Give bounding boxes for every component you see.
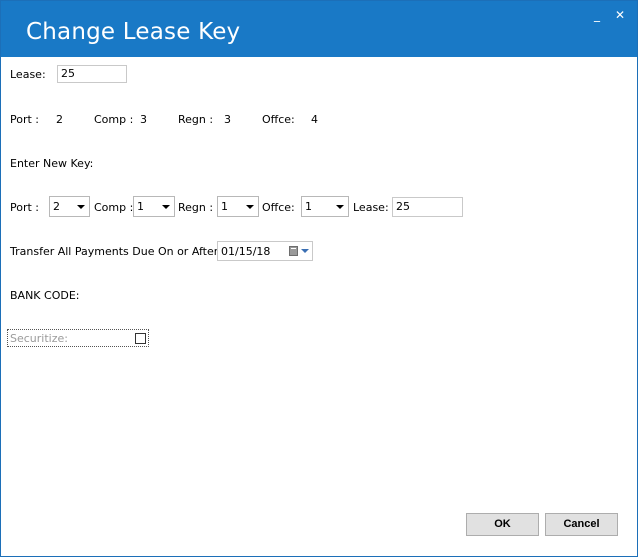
change-lease-key-dialog: Change Lease Key _ ✕ Lease: 25 Port : 2 … — [0, 0, 638, 557]
current-regn-value: 3 — [224, 113, 231, 126]
current-offce-label: Offce: — [262, 113, 295, 126]
dialog-title: Change Lease Key — [26, 19, 241, 45]
chevron-down-icon — [336, 205, 344, 209]
title-bar: Change Lease Key _ ✕ — [1, 1, 637, 57]
new-port-label: Port : — [10, 201, 40, 214]
new-comp-label: Comp : — [94, 201, 134, 214]
securitize-label: Securitize: — [10, 332, 68, 345]
calendar-icon — [289, 246, 298, 256]
chevron-down-icon[interactable] — [301, 249, 309, 253]
new-comp-select[interactable]: 1 — [133, 196, 175, 217]
ok-button[interactable]: OK — [466, 513, 539, 536]
lease-input[interactable]: 25 — [57, 65, 127, 83]
cancel-button[interactable]: Cancel — [545, 513, 618, 536]
securitize-checkbox-row[interactable]: Securitize: — [7, 329, 149, 347]
chevron-down-icon — [77, 205, 85, 209]
transfer-date-picker[interactable]: 01/15/18 — [217, 241, 313, 261]
new-offce-select[interactable]: 1 — [301, 196, 349, 217]
lease-label: Lease: — [10, 68, 46, 81]
current-regn-label: Regn : — [178, 113, 214, 126]
new-comp-value: 1 — [137, 200, 144, 213]
current-comp-label: Comp : — [94, 113, 134, 126]
new-lease-label: Lease: — [353, 201, 389, 214]
transfer-date-value: 01/15/18 — [221, 245, 271, 258]
close-button[interactable]: ✕ — [612, 7, 628, 23]
new-regn-select[interactable]: 1 — [217, 196, 259, 217]
transfer-label: Transfer All Payments Due On or After: — [10, 245, 222, 258]
new-regn-label: Regn : — [178, 201, 214, 214]
new-offce-label: Offce: — [262, 201, 295, 214]
current-offce-value: 4 — [311, 113, 318, 126]
new-offce-value: 1 — [305, 200, 312, 213]
new-port-value: 2 — [53, 200, 60, 213]
securitize-checkbox[interactable] — [135, 333, 146, 344]
current-port-value: 2 — [56, 113, 63, 126]
new-regn-value: 1 — [221, 200, 228, 213]
chevron-down-icon — [246, 205, 254, 209]
chevron-down-icon — [162, 205, 170, 209]
new-port-select[interactable]: 2 — [49, 196, 90, 217]
new-lease-input[interactable]: 25 — [392, 197, 463, 217]
current-comp-value: 3 — [140, 113, 147, 126]
bank-code-label: BANK CODE: — [10, 289, 80, 302]
enter-new-key-heading: Enter New Key: — [10, 157, 94, 170]
minimize-button[interactable]: _ — [589, 7, 605, 23]
current-port-label: Port : — [10, 113, 40, 126]
